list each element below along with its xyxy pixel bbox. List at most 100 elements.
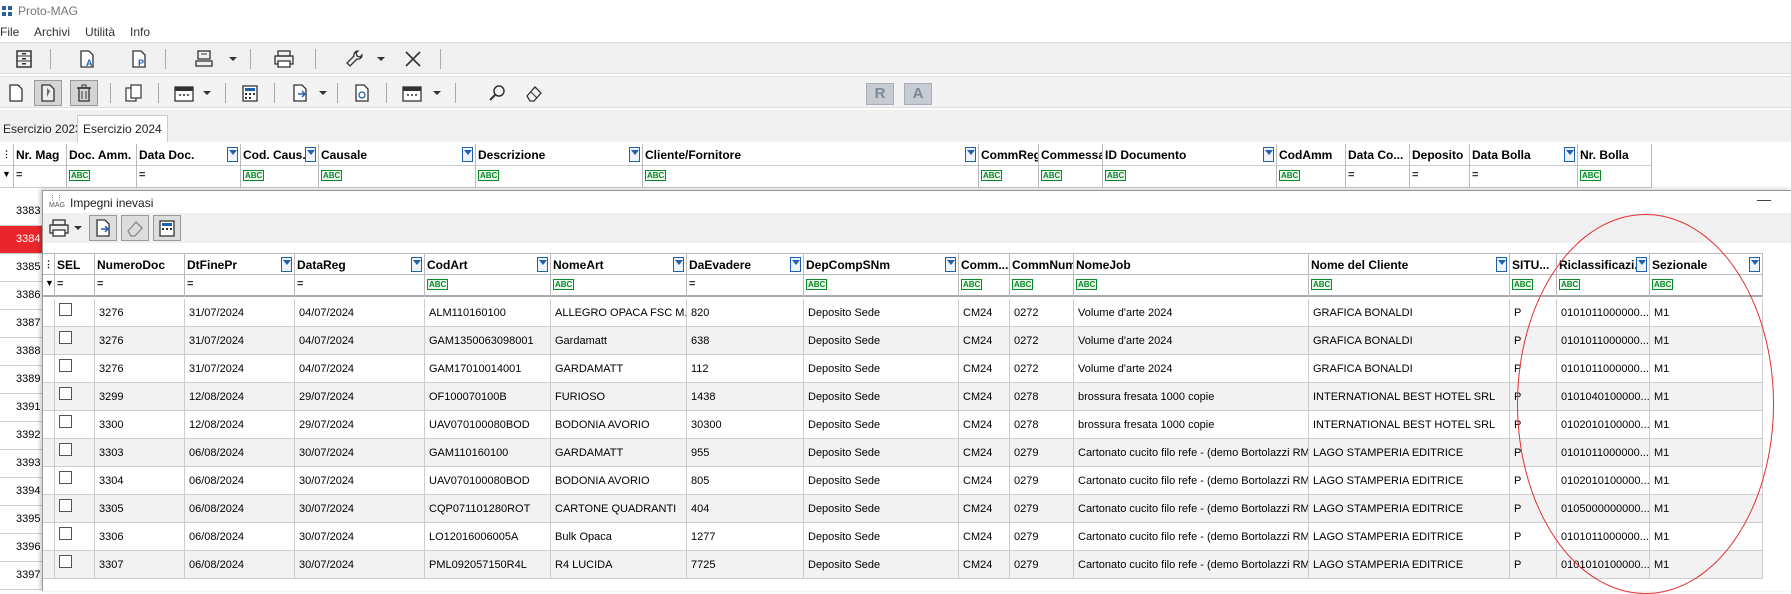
table-row[interactable]: 3303 06/08/2024 30/07/2024 GAM110160100 GARD…	[43, 439, 1763, 467]
dt-fine-pr-cell[interactable]: 06/08/2024	[185, 523, 295, 551]
sezionale-cell[interactable]: M1	[1650, 299, 1763, 327]
chevron-down-icon[interactable]	[71, 215, 85, 241]
filter-cell[interactable]: ABC	[1277, 166, 1346, 188]
column-header[interactable]: DtFinePr	[185, 254, 295, 276]
data-reg-cell[interactable]: 30/07/2024	[295, 439, 425, 467]
dt-fine-pr-cell[interactable]: 06/08/2024	[185, 495, 295, 523]
nome-cliente-cell[interactable]: LAGO STAMPERIA EDITRICE	[1309, 495, 1510, 523]
row-number-selected[interactable]: 3384	[0, 226, 42, 254]
filter-icon[interactable]	[945, 257, 956, 272]
column-header[interactable]: Sezionale	[1650, 254, 1763, 276]
calculator-icon[interactable]	[153, 215, 181, 241]
filter-cell[interactable]: ABC	[643, 166, 979, 188]
menu-info[interactable]: Info	[130, 25, 150, 39]
comm-cell[interactable]: CM24	[959, 523, 1010, 551]
list-icon[interactable]	[10, 46, 38, 72]
filter-cell[interactable]: =	[1410, 166, 1470, 188]
chevron-down-icon[interactable]	[316, 80, 330, 106]
riclassificazione-cell[interactable]: 0101010100000...	[1557, 551, 1650, 579]
da-evadere-cell[interactable]: 404	[687, 495, 804, 523]
situazione-cell[interactable]: P	[1510, 355, 1557, 383]
row-number[interactable]: 3387	[0, 310, 42, 338]
riclassificazione-cell[interactable]: 0101040100000...	[1557, 383, 1650, 411]
comm-num-cell[interactable]: 0279	[1010, 439, 1074, 467]
document-a-icon[interactable]: A	[73, 46, 101, 72]
comm-num-cell[interactable]: 0279	[1010, 467, 1074, 495]
row-number[interactable]: 3391	[0, 394, 42, 422]
a-toggle-button[interactable]: A	[904, 83, 932, 105]
nome-cliente-cell[interactable]: GRAFICA BONALDI	[1309, 355, 1510, 383]
nome-job-cell[interactable]: Cartonato cucito filo refe - (demo Borto…	[1074, 495, 1309, 523]
nome-art-cell[interactable]: FURIOSO	[551, 383, 687, 411]
filter-icon[interactable]	[1636, 257, 1647, 272]
filter-icon[interactable]	[1749, 257, 1760, 272]
nome-art-cell[interactable]: BODONIA AVORIO	[551, 411, 687, 439]
delete-icon[interactable]	[70, 80, 98, 106]
nome-job-cell[interactable]: Volume d'arte 2024	[1074, 327, 1309, 355]
r-toggle-button[interactable]: R	[866, 83, 894, 105]
comm-cell[interactable]: CM24	[959, 383, 1010, 411]
row-number[interactable]: 3388	[0, 338, 42, 366]
close-icon[interactable]	[399, 46, 427, 72]
sezionale-cell[interactable]: M1	[1650, 495, 1763, 523]
row-number[interactable]: 3386	[0, 282, 42, 310]
cod-art-cell[interactable]: ALM110160100	[425, 299, 551, 327]
filter-cell[interactable]: =	[1346, 166, 1410, 188]
filter-cell[interactable]: =	[14, 166, 67, 188]
dep-comp-cell[interactable]: Deposito Sede	[804, 467, 959, 495]
nome-art-cell[interactable]: BODONIA AVORIO	[551, 467, 687, 495]
numero-doc-cell[interactable]: 3305	[95, 495, 185, 523]
nome-art-cell[interactable]: ALLEGRO OPACA FSC M...	[551, 299, 687, 327]
comm-num-cell[interactable]: 0279	[1010, 495, 1074, 523]
sezionale-cell[interactable]: M1	[1650, 327, 1763, 355]
comm-cell[interactable]: CM24	[959, 411, 1010, 439]
minimize-button[interactable]: —	[1757, 191, 1771, 207]
wrench-icon[interactable]	[340, 46, 368, 72]
filter-icon[interactable]	[1496, 257, 1507, 272]
nome-cliente-cell[interactable]: LAGO STAMPERIA EDITRICE	[1309, 551, 1510, 579]
sezionale-cell[interactable]: M1	[1650, 439, 1763, 467]
column-header[interactable]: Commessa	[1039, 144, 1103, 166]
column-header[interactable]: Nome del Cliente	[1309, 254, 1510, 276]
filter-cell[interactable]: ABC	[1557, 275, 1650, 297]
filter-icon[interactable]	[411, 257, 422, 272]
table-row[interactable]: 3300 12/08/2024 29/07/2024 UAV070100080BOD B…	[43, 411, 1763, 439]
data-reg-cell[interactable]: 30/07/2024	[295, 551, 425, 579]
row-number[interactable]: 3392	[0, 422, 42, 450]
numero-doc-cell[interactable]: 3276	[95, 355, 185, 383]
print-icon[interactable]	[45, 215, 73, 241]
cod-art-cell[interactable]: GAM1350063098001	[425, 327, 551, 355]
eraser-icon[interactable]	[520, 80, 548, 106]
chevron-down-icon[interactable]	[200, 80, 214, 106]
sezionale-cell[interactable]: M1	[1650, 355, 1763, 383]
column-header[interactable]: Cliente/Fornitore	[643, 144, 979, 166]
nome-cliente-cell[interactable]: LAGO STAMPERIA EDITRICE	[1309, 467, 1510, 495]
column-header[interactable]: CommNum	[1010, 254, 1074, 276]
sel-checkbox[interactable]	[59, 387, 72, 400]
menu-file[interactable]: File	[0, 25, 19, 39]
column-header[interactable]: Cod. Caus.	[241, 144, 319, 166]
comm-cell[interactable]: CM24	[959, 299, 1010, 327]
column-header[interactable]: Comm...	[959, 254, 1010, 276]
filter-cell[interactable]: ABC	[425, 275, 551, 297]
sezionale-cell[interactable]: M1	[1650, 411, 1763, 439]
filter-cell[interactable]: ABC	[804, 275, 959, 297]
column-header[interactable]: Nr. Mag	[14, 144, 67, 166]
nome-job-cell[interactable]: Cartonato cucito filo refe - (demo Borto…	[1074, 551, 1309, 579]
column-header[interactable]: NomeJob	[1074, 254, 1309, 276]
stamp-icon[interactable]	[190, 46, 218, 72]
dt-fine-pr-cell[interactable]: 06/08/2024	[185, 551, 295, 579]
nome-art-cell[interactable]: GARDAMATT	[551, 439, 687, 467]
riclassificazione-cell[interactable]: 0101011000000...	[1557, 439, 1650, 467]
sezionale-cell[interactable]: M1	[1650, 551, 1763, 579]
cod-art-cell[interactable]: GAM110160100	[425, 439, 551, 467]
dt-fine-pr-cell[interactable]: 31/07/2024	[185, 299, 295, 327]
menu-utilita[interactable]: Utilità	[85, 25, 115, 39]
filter-cell[interactable]: =	[95, 275, 185, 297]
situazione-cell[interactable]: P	[1510, 467, 1557, 495]
grid-menu-icon[interactable]: ⋮	[0, 144, 14, 166]
row-number[interactable]: 3395	[0, 506, 42, 534]
row-number[interactable]: 3396	[0, 534, 42, 562]
sel-checkbox[interactable]	[59, 443, 72, 456]
riclassificazione-cell[interactable]: 0105000000000...	[1557, 495, 1650, 523]
